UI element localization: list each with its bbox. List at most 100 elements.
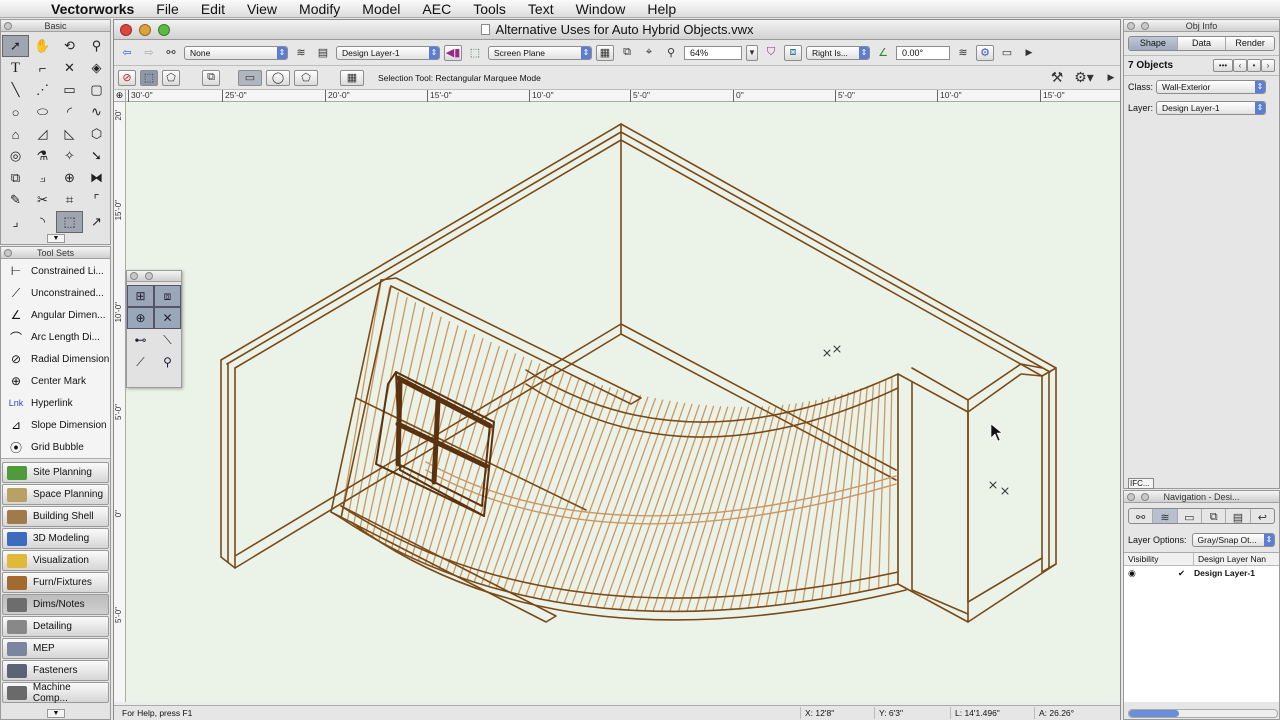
circle-tool-icon[interactable]: ○ (2, 101, 29, 123)
layer-stack-icon[interactable]: ≋ (292, 45, 310, 61)
zoom-tool-icon[interactable]: ⚲ (83, 35, 110, 57)
tool-slope-dimension[interactable]: ⊿ Slope Dimension (1, 414, 110, 436)
clip-tool-icon[interactable]: ⌗ (56, 189, 83, 211)
snap-to-object-icon[interactable]: ⧈ (154, 285, 181, 307)
tab-shape[interactable]: Shape (1129, 37, 1178, 50)
snap-to-grid-icon[interactable]: ⊞ (127, 285, 154, 307)
text-tool-icon[interactable]: T (2, 57, 29, 79)
render-mode-icon[interactable]: ⛉ (762, 45, 780, 61)
attribute-tool-icon[interactable]: ◈ (83, 57, 110, 79)
class-popup[interactable]: None (184, 45, 288, 60)
split-tool-icon[interactable]: ⧓ (83, 167, 110, 189)
connect-tool-icon[interactable]: ✂ (29, 189, 56, 211)
eye-icon[interactable]: ◉ (1124, 567, 1178, 580)
stack-layers-icon[interactable]: ≋ (954, 45, 972, 61)
drawing-canvas[interactable] (126, 102, 1120, 702)
snap-to-angle-icon[interactable]: ⊕ (127, 307, 154, 329)
views-icon[interactable]: ⚙ (976, 44, 994, 61)
plane-popup[interactable]: Screen Plane (488, 45, 592, 60)
polygon-tool-icon[interactable]: ◿ (29, 123, 56, 145)
zoom-field[interactable]: 64% (684, 45, 742, 60)
palette-close-icon[interactable] (1127, 22, 1135, 30)
tool-radial-dimension[interactable]: ⊘ Radial Dimension (1, 348, 110, 370)
set-3d-modeling[interactable]: 3D Modeling (2, 528, 109, 549)
fit-to-objects-icon[interactable]: ⧉ (618, 45, 636, 61)
more-icon[interactable]: ••• (1213, 59, 1233, 72)
tab-render[interactable]: Render (1226, 37, 1274, 50)
tool-unconstrained[interactable]: ⟋ Unconstrained... (1, 282, 110, 304)
double-line-tool-icon[interactable]: ⋰ (29, 79, 56, 101)
layer-options-select[interactable]: Gray/Snap Ot... (1191, 532, 1275, 547)
pan-tool-icon[interactable]: ✋ (29, 35, 56, 57)
menu-view[interactable]: View (236, 1, 288, 17)
set-site-planning[interactable]: Site Planning (2, 462, 109, 483)
disable-interactive-icon[interactable]: ⊘ (118, 69, 136, 86)
horizontal-ruler[interactable]: 30'-0" 25'-0" 20'-0" 15'-0" 10'-0" 5'-0"… (126, 90, 1120, 102)
freehand-tool-icon[interactable]: ∿ (83, 101, 110, 123)
palette-collapse-icon[interactable] (1141, 22, 1149, 30)
zoom-dropdown-icon[interactable]: ▼ (746, 44, 758, 61)
set-machine-components[interactable]: Machine Comp... (2, 682, 109, 704)
set-fasteners[interactable]: Fasteners (2, 660, 109, 681)
set-space-planning[interactable]: Space Planning (2, 484, 109, 505)
fillet-tool-icon[interactable]: ⌜ (83, 189, 110, 211)
polyline-tool-icon[interactable]: ⌂ (2, 123, 29, 145)
reshape-tool-icon[interactable]: ➘ (83, 145, 110, 167)
arc-tool-icon[interactable]: ◜ (56, 101, 83, 123)
fillet2-tool-icon[interactable]: ◝ (29, 211, 56, 233)
palette-close-icon[interactable] (130, 272, 138, 280)
references-tab-icon[interactable]: ▤ (1226, 509, 1251, 523)
set-building-shell[interactable]: Building Shell (2, 506, 109, 527)
tool-hyperlink[interactable]: Lnk Hyperlink (1, 392, 110, 414)
close-window-icon[interactable] (120, 24, 132, 36)
view-popup[interactable]: Right Is... (806, 45, 870, 60)
callout-tool-icon[interactable]: ⌐ (29, 57, 56, 79)
plane-icon[interactable]: ⬚ (466, 45, 484, 61)
mirror-tool-icon[interactable]: ⟓ (29, 167, 56, 189)
tool-constrained-linear[interactable]: ⊢ Constrained Li... (1, 260, 110, 282)
layer-select[interactable]: Design Layer-1 (1156, 100, 1266, 115)
back-arrow-icon[interactable]: ⇦ (118, 45, 136, 61)
menu-text[interactable]: Text (517, 1, 565, 17)
chevron-down-icon[interactable]: ▼ (47, 709, 65, 718)
eyedropper-tool-icon[interactable]: ⚗ (29, 145, 56, 167)
tool-angular-dimension[interactable]: ∠ Angular Dimen... (1, 304, 110, 326)
horizontal-scrollbar[interactable] (1128, 709, 1278, 718)
minimize-window-icon[interactable] (139, 24, 151, 36)
layer-color-icon[interactable]: ◀▮ (444, 44, 462, 61)
menu-help[interactable]: Help (636, 1, 687, 17)
next-object-icon[interactable]: › (1261, 59, 1275, 72)
expand-right-icon[interactable]: ▶ (1020, 45, 1038, 61)
views-tab-icon[interactable]: ⧉ (1202, 509, 1227, 523)
palette-close-icon[interactable] (1127, 493, 1135, 501)
col-visibility[interactable]: Visibility (1124, 553, 1194, 565)
selected-subtool-icon[interactable]: ⬚ (56, 211, 83, 233)
chamfer-tool-icon[interactable]: ⌟ (2, 211, 29, 233)
smart-point-icon[interactable]: ⟍ (154, 329, 181, 351)
locus-tool-icon[interactable]: ✕ (56, 57, 83, 79)
wrench-icon[interactable]: ⚒ (1048, 69, 1066, 86)
menu-aec[interactable]: AEC (411, 1, 462, 17)
forward-arrow-icon[interactable]: ⇨ (140, 45, 158, 61)
snap-to-intersection-icon[interactable]: ✕ (154, 307, 181, 329)
expand-right-icon[interactable]: ▶ (1102, 70, 1120, 86)
fit-to-page-icon[interactable]: ⌖ (640, 45, 658, 61)
move-by-points-tool-icon[interactable]: ↗ (83, 211, 110, 233)
ifc-button[interactable]: IFC... (1128, 478, 1154, 489)
saved-views-icon[interactable]: ▭ (998, 45, 1016, 61)
palette-collapse-icon[interactable] (145, 272, 153, 280)
col-layer-name[interactable]: Design Layer Nan (1194, 553, 1279, 565)
vertical-ruler[interactable]: 20' 15'-0" 10'-0" 5'-0" 0" 5'-0" (114, 102, 126, 702)
page-setup-icon[interactable]: ▦ (596, 44, 614, 61)
menu-edit[interactable]: Edit (190, 1, 236, 17)
rectangle-tool-icon[interactable]: ▭ (56, 79, 83, 101)
transform-icon[interactable]: ⧉ (202, 69, 220, 86)
poly-mode-icon[interactable]: ⬠ (294, 69, 318, 86)
sheets-tab-icon[interactable]: ▭ (1178, 509, 1202, 523)
selection-tool-icon[interactable]: ➚ (2, 35, 29, 57)
chevron-down-icon[interactable]: ▼ (47, 234, 65, 243)
set-mep[interactable]: MEP (2, 638, 109, 659)
regular-polygon-tool-icon[interactable]: ⬡ (83, 123, 110, 145)
layer-options-icon[interactable]: ▤ (314, 45, 332, 61)
visibility-tool-icon[interactable]: ✧ (56, 145, 83, 167)
